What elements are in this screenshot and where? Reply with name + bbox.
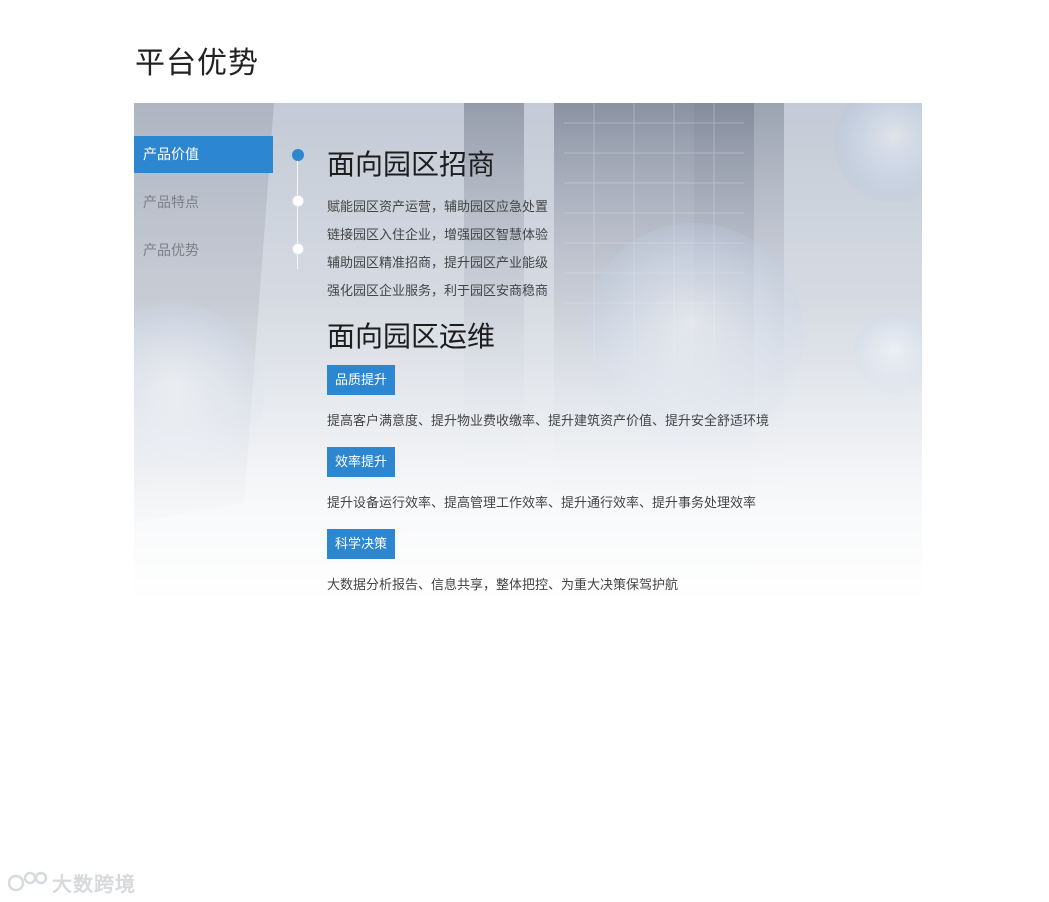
watermark-text: 大数跨境 [52, 873, 136, 896]
tag-description: 提升设备运行效率、提高管理工作效率、提升通行效率、提升事务处理效率 [327, 495, 757, 510]
side-nav-item-product-features[interactable]: 产品特点 [134, 184, 273, 221]
investment-line: 辅助园区精准招商，提升园区产业能级 [327, 255, 549, 270]
content-area: 面向园区招商 赋能园区资产运营，辅助园区应急处置 链接园区入住企业，增强园区智慧… [327, 147, 887, 601]
investment-line: 强化园区企业服务，利于园区安商稳商 [327, 283, 549, 298]
logo-icon [8, 871, 48, 892]
page-title: 平台优势 [135, 47, 259, 80]
side-nav: 产品价值 产品特点 产品优势 [134, 136, 273, 280]
timeline [292, 143, 304, 273]
side-nav-item-product-advantages[interactable]: 产品优势 [134, 232, 273, 269]
tag-quality-improvement[interactable]: 品质提升 [327, 365, 396, 395]
watermark: 大数跨境 [8, 868, 136, 896]
timeline-dot-active[interactable] [292, 149, 304, 161]
section-title-investment: 面向园区招商 [327, 149, 496, 180]
operations-item: 品质提升 提高客户满意度、提升物业费收缴率、提升建筑资产价值、提升安全舒适环境 [327, 355, 887, 431]
investment-lines: 赋能园区资产运营，辅助园区应急处置 链接园区入住企业，增强园区智慧体验 辅助园区… [327, 193, 887, 305]
section-title-operations: 面向园区运维 [327, 321, 496, 352]
tag-efficiency-improvement[interactable]: 效率提升 [327, 447, 396, 477]
operations-item: 效率提升 提升设备运行效率、提高管理工作效率、提升通行效率、提升事务处理效率 [327, 437, 887, 513]
hero-panel: 产品价值 产品特点 产品优势 面向园区招商 赋能园区资产运营，辅助园区应急处置 … [134, 103, 922, 603]
side-nav-item-product-value[interactable]: 产品价值 [134, 136, 273, 173]
timeline-dot[interactable] [292, 195, 304, 207]
investment-line: 赋能园区资产运营，辅助园区应急处置 [327, 199, 549, 214]
page: 平台优势 产品价值 产品特点 产品优势 面向园区招商 赋能园区资产运营，辅助园区… [0, 0, 1049, 902]
tag-scientific-decision[interactable]: 科学决策 [327, 529, 396, 559]
tag-description: 提高客户满意度、提升物业费收缴率、提升建筑资产价值、提升安全舒适环境 [327, 413, 770, 428]
timeline-dot[interactable] [292, 243, 304, 255]
investment-line: 链接园区入住企业，增强园区智慧体验 [327, 227, 549, 242]
operations-item: 科学决策 大数据分析报告、信息共享，整体把控、为重大决策保驾护航 [327, 519, 887, 595]
tag-description: 大数据分析报告、信息共享，整体把控、为重大决策保驾护航 [327, 577, 679, 592]
